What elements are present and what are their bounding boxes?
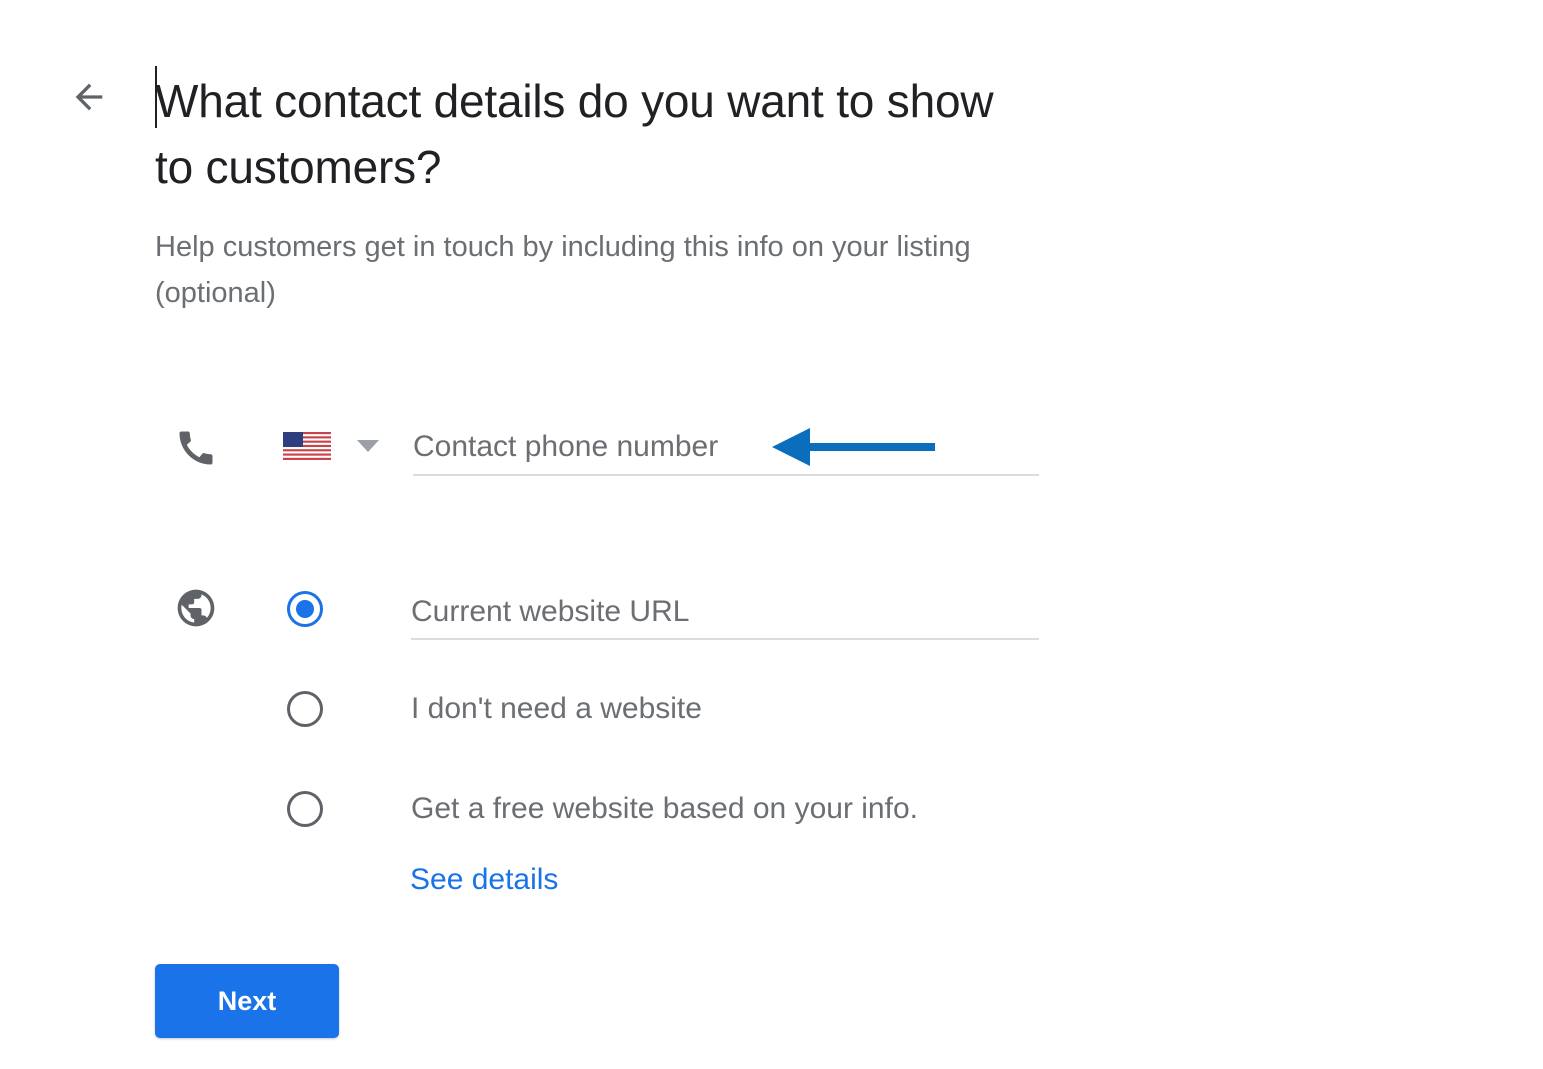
page-subtitle: Help customers get in touch by including… (155, 231, 971, 309)
website-url-input[interactable] (411, 595, 1039, 629)
page-title: What contact details do you want to show… (155, 75, 994, 193)
phone-field[interactable] (413, 420, 1039, 476)
radio-current-website[interactable] (287, 591, 323, 627)
globe-icon (172, 584, 220, 632)
see-details-link[interactable]: See details (410, 860, 558, 900)
option-free-website-label[interactable]: Get a free website based on your info. (411, 789, 918, 829)
back-button[interactable] (66, 74, 112, 120)
website-url-field[interactable] (411, 586, 1039, 640)
radio-free-website[interactable] (287, 791, 323, 827)
option-no-website-label[interactable]: I don't need a website (411, 689, 702, 729)
country-selector[interactable] (276, 428, 386, 464)
phone-input[interactable] (413, 430, 1039, 464)
triangle-down-icon (357, 440, 379, 452)
arrow-back-icon (75, 83, 103, 111)
us-flag-icon (283, 432, 331, 460)
annotation-arrow-icon (772, 428, 935, 466)
phone-icon (172, 424, 220, 472)
next-button[interactable]: Next (155, 964, 339, 1038)
radio-no-website[interactable] (287, 691, 323, 727)
